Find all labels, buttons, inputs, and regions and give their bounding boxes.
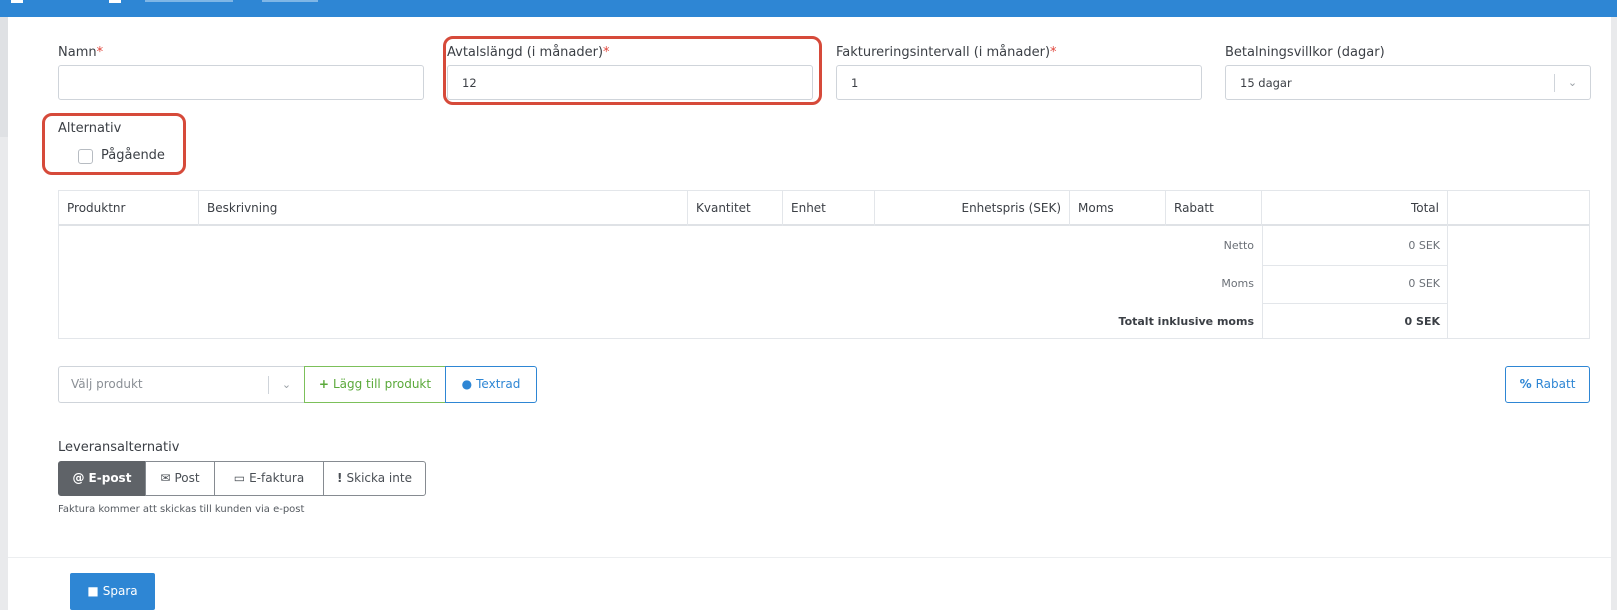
total-incl-value: 0 SEK [1404, 315, 1440, 328]
col-enhet: Enhet [783, 191, 875, 226]
netto-label: Netto [1223, 239, 1254, 252]
top-navbar [0, 0, 1617, 17]
plus-icon: + [318, 377, 329, 391]
nav-tab-2[interactable] [145, 0, 233, 2]
rabatt-button[interactable]: % Rabatt [1505, 366, 1590, 403]
delivery-skip-button[interactable]: ! Skicka inte [323, 461, 426, 496]
moms-label: Moms [1221, 277, 1254, 290]
col-rabatt: Rabatt [1166, 191, 1262, 226]
name-input[interactable] [58, 65, 424, 100]
moms-value: 0 SEK [1408, 277, 1440, 290]
ongoing-checkbox[interactable] [78, 149, 93, 164]
textrad-button[interactable]: ● Textrad [445, 366, 537, 403]
payment-terms-label: Betalningsvillkor (dagar) [1225, 45, 1385, 60]
percent-icon: % [1519, 377, 1532, 391]
right-edge [1611, 17, 1617, 610]
floppy-icon: ■ [87, 584, 99, 598]
left-sidebar-edge [0, 17, 8, 610]
interval-input[interactable]: 1 [836, 65, 1202, 100]
monitor-icon: ▭ [233, 471, 246, 485]
interval-label: Faktureringsintervall (i månader)* [836, 45, 1057, 60]
delivery-help-text: Faktura kommer att skickas till kunden v… [58, 504, 305, 515]
product-select-placeholder: Välj produkt [71, 377, 143, 391]
add-product-button[interactable]: + Lägg till produkt [304, 366, 446, 403]
delivery-efaktura-label: E-faktura [249, 471, 305, 485]
col-beskrivning: Beskrivning [199, 191, 688, 226]
col-enhetspris: Enhetspris (SEK) [875, 191, 1070, 226]
col-total: Total [1262, 191, 1448, 226]
at-icon: @ [72, 471, 85, 485]
exclamation-icon: ! [337, 471, 343, 485]
table-header: Produktnr Beskrivning Kvantitet Enhet En… [59, 191, 1589, 226]
duration-highlight [443, 36, 822, 105]
col-moms: Moms [1070, 191, 1166, 226]
summary-divider [1262, 303, 1448, 304]
name-label: Namn* [58, 45, 104, 60]
chevron-down-icon: ⌄ [1554, 74, 1590, 92]
chevron-down-icon: ⌄ [268, 376, 304, 394]
add-product-label: Lägg till produkt [332, 377, 432, 391]
delivery-post-button[interactable]: ✉ Post [145, 461, 215, 496]
col-produktnr: Produktnr [59, 191, 199, 226]
product-select[interactable]: Välj produkt ⌄ [58, 366, 304, 403]
payment-terms-select[interactable]: 15 dagar ⌄ [1225, 65, 1591, 100]
summary-divider [1262, 265, 1448, 266]
netto-value: 0 SEK [1408, 239, 1440, 252]
payment-terms-value: 15 dagar [1240, 76, 1292, 90]
delivery-email-label: E-post [88, 471, 132, 485]
options-label: Alternativ [58, 121, 122, 136]
delivery-skip-label: Skicka inte [346, 471, 412, 485]
nav-tab-1[interactable] [11, 0, 121, 3]
save-label: Spara [102, 584, 138, 598]
textrad-label: Textrad [476, 377, 521, 391]
nav-tab-3[interactable] [262, 0, 318, 2]
ongoing-label[interactable]: Pågående [101, 148, 165, 163]
delivery-post-label: Post [174, 471, 200, 485]
rabatt-label: Rabatt [1535, 377, 1576, 391]
save-button[interactable]: ■ Spara [70, 573, 155, 610]
comment-icon: ● [461, 377, 473, 391]
product-table: Produktnr Beskrivning Kvantitet Enhet En… [58, 190, 1590, 339]
footer-divider [8, 557, 1611, 558]
col-kvantitet: Kvantitet [688, 191, 783, 226]
delivery-efaktura-button[interactable]: ▭ E-faktura [214, 461, 324, 496]
delivery-label: Leveransalternativ [58, 440, 180, 455]
delivery-email-button[interactable]: @ E-post [58, 461, 146, 496]
total-incl-label: Totalt inklusive moms [1118, 315, 1254, 328]
envelope-open-icon: ✉ [160, 471, 171, 485]
